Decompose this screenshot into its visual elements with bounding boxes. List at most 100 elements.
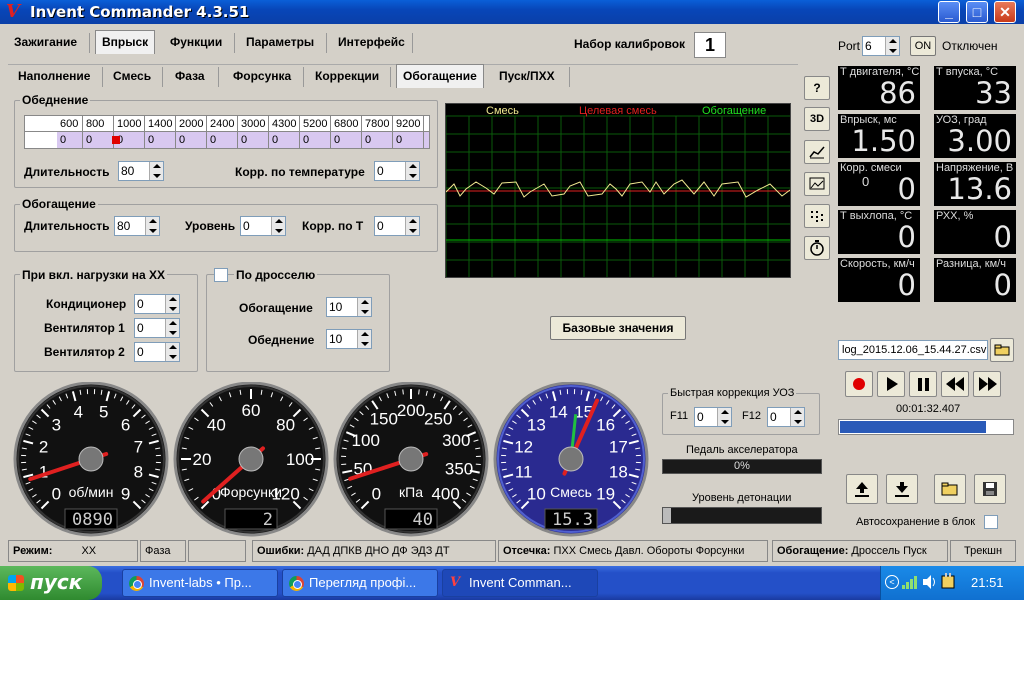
tab-injection[interactable]: Впрыск	[95, 30, 156, 54]
subtab-corrections[interactable]: Коррекции	[309, 65, 385, 89]
lean-temp-input[interactable]: 0	[374, 161, 420, 181]
sensor-name: Корр. смеси	[840, 162, 902, 174]
timer-icon[interactable]	[804, 236, 830, 260]
port-on-button[interactable]: ON	[910, 36, 936, 56]
subtab-start-idle[interactable]: Пуск/ПХХ	[493, 65, 561, 89]
lean-value-cell[interactable]: 0	[145, 132, 176, 148]
task-chrome-1-label: Invent-labs • Пр...	[149, 575, 252, 590]
gauge-tick-label: 0	[372, 485, 381, 504]
subtab-injector[interactable]: Форсунка	[227, 65, 297, 89]
lean-value-cell[interactable]: 0	[269, 132, 300, 148]
sensor-value: 0	[993, 268, 1012, 302]
tab-interface[interactable]: Интерфейс	[332, 31, 411, 55]
rewind-button[interactable]	[941, 371, 969, 397]
lean-value-cell[interactable]: 0	[83, 132, 114, 148]
base-values-button[interactable]: Базовые значения	[550, 316, 686, 340]
gauge-hub	[398, 446, 424, 472]
gauge-digital: 0890	[72, 510, 113, 530]
rpm-header-cell: 1400	[145, 116, 176, 132]
lean-value-cell[interactable]: 0	[331, 132, 362, 148]
load-fan2-input[interactable]: 0	[134, 342, 180, 362]
volume-icon[interactable]	[921, 574, 937, 590]
load-fan1-input[interactable]: 0	[134, 318, 180, 338]
gauge-tick-label: 200	[397, 401, 425, 420]
load-ac-input[interactable]: 0	[134, 294, 180, 314]
enrich-duration-value: 80	[117, 219, 131, 233]
sensor-value: 13.6	[947, 172, 1012, 206]
forward-button[interactable]	[973, 371, 1001, 397]
lean-value-cell[interactable]: 0	[393, 132, 424, 148]
log-progress[interactable]	[838, 419, 1014, 435]
load-fan1-label: Вентилятор 1	[44, 321, 125, 335]
enrich-duration-input[interactable]: 80	[114, 216, 160, 236]
lean-value-cell[interactable]: 0	[300, 132, 331, 148]
subtab-mixture[interactable]: Смесь	[107, 65, 157, 89]
start-button[interactable]: пуск	[0, 566, 102, 600]
record-button[interactable]	[845, 371, 873, 397]
lean-value-cell[interactable]: 0	[207, 132, 238, 148]
image-icon[interactable]	[804, 172, 830, 196]
view-3d-button[interactable]: 3D	[804, 107, 830, 131]
gauge-tick-label: 19	[596, 485, 615, 504]
lean-duration-value: 80	[121, 164, 135, 178]
download-icon[interactable]	[886, 474, 918, 504]
sensor-name: РХХ, %	[936, 210, 974, 222]
close-button[interactable]: ✕	[994, 1, 1016, 23]
play-button[interactable]	[877, 371, 905, 397]
log-file-field[interactable]: log_2015.12.06_15.44.27.csv	[838, 340, 988, 360]
calib-value[interactable]: 1	[694, 32, 726, 58]
pause-button[interactable]	[909, 371, 937, 397]
tab-functions[interactable]: Функции	[164, 31, 228, 55]
chart-icon[interactable]	[804, 140, 830, 164]
lean-value-cell[interactable]: 0	[176, 132, 207, 148]
sensor-value: 33	[975, 76, 1012, 110]
subtab-filling[interactable]: Наполнение	[12, 65, 96, 89]
throttle-group	[206, 274, 390, 372]
gauge-label: Форсунки	[220, 484, 282, 500]
port-spinner[interactable]: 6	[862, 36, 900, 56]
subtab-enrichment[interactable]: Обогащение	[396, 64, 484, 88]
port-status: Отключен	[942, 39, 998, 53]
load-ac-label: Кондиционер	[46, 297, 127, 311]
lean-duration-input[interactable]: 80	[118, 161, 164, 181]
save-icon[interactable]	[974, 474, 1006, 504]
sensor-value: 0	[993, 220, 1012, 254]
network-icon[interactable]	[901, 574, 919, 590]
enrich-corr-input[interactable]: 0	[374, 216, 420, 236]
log-open-icon[interactable]	[990, 338, 1014, 362]
tab-parameters[interactable]: Параметры	[240, 31, 320, 55]
enrich-level-label: Уровень	[185, 219, 236, 233]
minimize-button[interactable]: _	[938, 1, 960, 23]
enrich-level-input[interactable]: 0	[240, 216, 286, 236]
help-button[interactable]: ?	[804, 76, 830, 100]
subtab-phase[interactable]: Фаза	[169, 65, 211, 89]
upload-icon[interactable]	[846, 474, 878, 504]
throttle-lean-input[interactable]: 10	[326, 329, 372, 349]
grid-icon[interactable]	[804, 204, 830, 228]
rpm-header-cell: 600	[57, 116, 83, 132]
task-chrome-1[interactable]: Invent-labs • Пр...	[122, 569, 278, 597]
tab-ignition[interactable]: Зажигание	[8, 31, 83, 55]
tray-expand-icon[interactable]: <	[885, 575, 899, 589]
throttle-title: По дросселю	[234, 268, 318, 282]
open-folder-icon[interactable]	[934, 474, 966, 504]
lean-value-cell[interactable]: 0	[57, 132, 83, 148]
throttle-enrich-input[interactable]: 10	[326, 297, 372, 317]
f11-input[interactable]: 0	[694, 407, 732, 427]
task-invent[interactable]: V Invent Comman...	[442, 569, 598, 597]
power-icon[interactable]	[939, 573, 957, 591]
gauge-tick-label: 40	[207, 415, 226, 434]
throttle-checkbox[interactable]	[214, 268, 228, 282]
windows-logo-icon	[8, 575, 24, 591]
f12-input[interactable]: 0	[767, 407, 805, 427]
gauge-label: кПа	[399, 484, 423, 500]
load-ac-value: 0	[137, 297, 144, 311]
lean-value-cell[interactable]: 0	[362, 132, 393, 148]
gauges-panel: 01234 56789об/мин0890020406080100120Форсу…	[13, 382, 649, 537]
load-fan2-value: 0	[137, 345, 144, 359]
lean-value-cell[interactable]: 0	[238, 132, 269, 148]
task-chrome-2[interactable]: Перегляд профі...	[282, 569, 438, 597]
title-bar[interactable]: V Invent Commander 4.3.51 _ □ ✕	[0, 0, 1024, 24]
autosave-checkbox[interactable]	[984, 515, 998, 529]
maximize-button[interactable]: □	[966, 1, 988, 23]
